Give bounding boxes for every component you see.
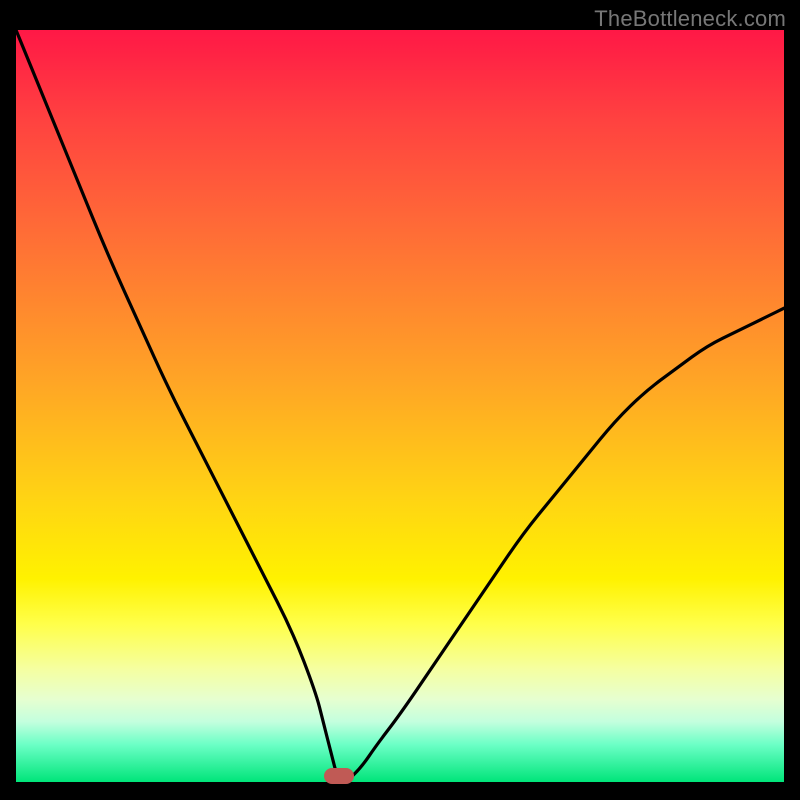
curve-path bbox=[16, 30, 784, 782]
bottleneck-curve bbox=[16, 30, 784, 782]
minimum-marker bbox=[324, 768, 354, 784]
chart-frame: TheBottleneck.com bbox=[0, 0, 800, 800]
plot-area bbox=[16, 30, 784, 782]
watermark-text: TheBottleneck.com bbox=[594, 6, 786, 32]
